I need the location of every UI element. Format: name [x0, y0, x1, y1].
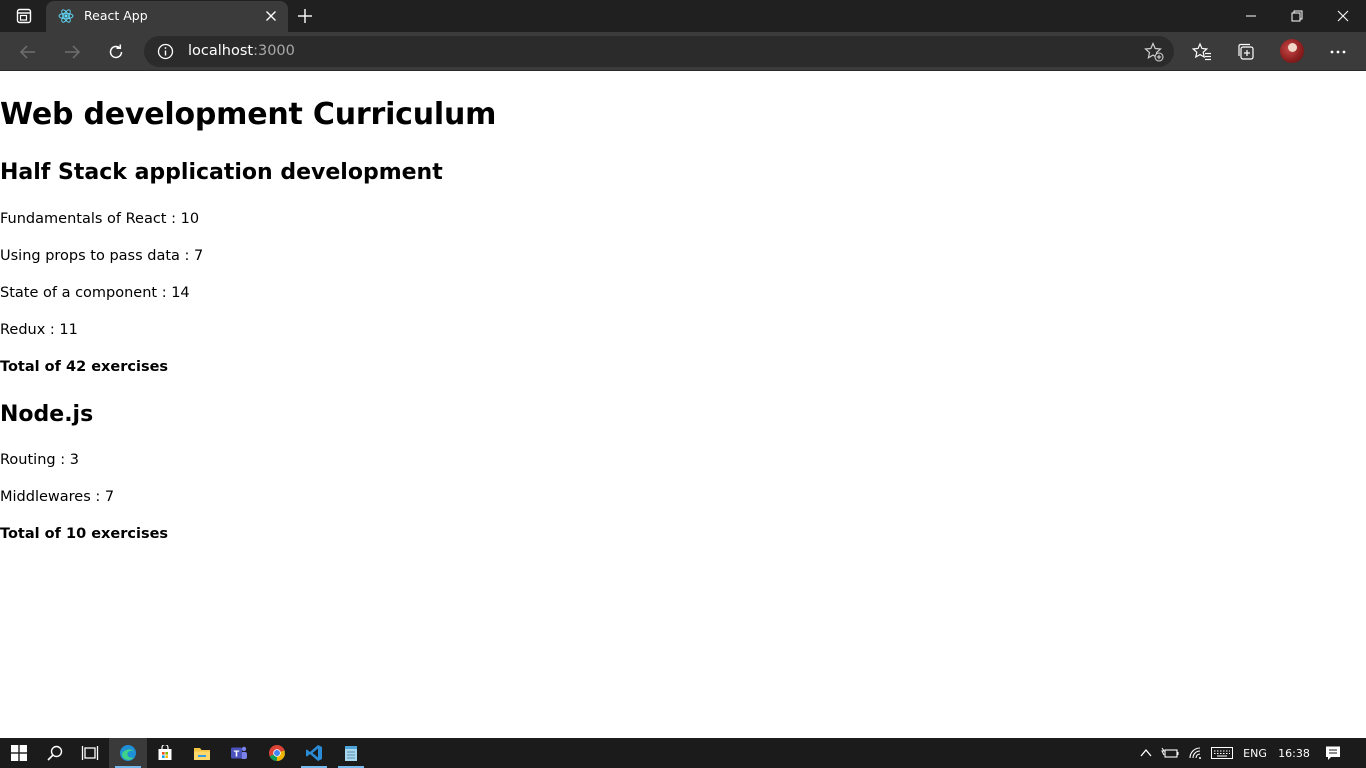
forward-arrow-icon [65, 45, 81, 59]
taskbar-vscode[interactable] [295, 738, 333, 768]
course-total: Total of 10 exercises [0, 526, 169, 542]
show-hidden-icons-button[interactable] [1136, 738, 1156, 768]
svg-text:T: T [234, 750, 240, 759]
tab-title: React App [84, 8, 148, 23]
url-text[interactable]: localhost:3000 [188, 43, 295, 59]
battery-button[interactable] [1158, 738, 1182, 768]
keyboard-icon [1211, 747, 1233, 759]
url-port: :3000 [253, 43, 295, 59]
favorites-button[interactable] [1190, 40, 1214, 64]
restore-button[interactable] [1274, 0, 1320, 32]
course-part: Middlewares : 7 [0, 489, 115, 505]
refresh-button[interactable] [104, 40, 128, 64]
network-button[interactable] [1184, 738, 1208, 768]
course-total: Total of 42 exercises [0, 359, 169, 375]
react-icon [58, 9, 74, 23]
taskbar-notepad[interactable] [332, 738, 370, 768]
notifications-icon [1326, 746, 1340, 760]
wifi-icon [1189, 747, 1201, 759]
touch-keyboard-button[interactable] [1208, 738, 1236, 768]
tab-actions-icon [16, 8, 32, 24]
task-view-button[interactable] [71, 738, 109, 768]
back-button[interactable] [16, 40, 40, 64]
edge-icon [120, 745, 136, 761]
tab-strip: React App [0, 0, 1366, 32]
close-tab-icon[interactable] [264, 9, 278, 23]
task-view-icon [81, 746, 99, 760]
search-icon [47, 745, 63, 761]
clock-time: 16:38 [1278, 746, 1310, 760]
taskbar-file-explorer[interactable] [183, 738, 221, 768]
site-info-icon[interactable] [157, 43, 174, 60]
forward-button[interactable] [60, 40, 84, 64]
taskbar-store[interactable] [146, 738, 184, 768]
url-host: localhost [188, 43, 254, 59]
refresh-icon [109, 44, 123, 59]
chrome-icon [269, 745, 286, 761]
page-title: Web development Curriculum [0, 97, 497, 132]
search-button[interactable] [36, 738, 74, 768]
start-icon [11, 745, 27, 761]
address-bar[interactable]: localhost:3000 [144, 36, 1174, 67]
course-part: State of a component : 14 [0, 285, 190, 301]
chevron-up-icon [1140, 748, 1152, 757]
notepad-icon [345, 746, 357, 761]
tab-actions-button[interactable] [12, 6, 36, 26]
battery-charging-icon [1161, 747, 1179, 758]
close-icon [1337, 10, 1349, 22]
minimize-button[interactable] [1228, 0, 1274, 32]
course-part: Routing : 3 [0, 452, 79, 468]
new-tab-icon[interactable] [296, 7, 314, 25]
vscode-icon [306, 745, 322, 761]
taskbar-chrome[interactable] [258, 738, 296, 768]
taskbar: T ENG 16:38 [0, 738, 1366, 768]
close-window-button[interactable] [1320, 0, 1366, 32]
course-part: Redux : 11 [0, 322, 78, 338]
store-icon [158, 745, 172, 760]
collections-button[interactable] [1234, 40, 1258, 64]
more-options-icon [1330, 50, 1346, 54]
tab-react-app[interactable]: React App [46, 1, 288, 32]
taskbar-edge[interactable] [109, 738, 147, 768]
page-content: Web development Curriculum Half Stack ap… [0, 71, 1366, 738]
settings-menu-button[interactable] [1326, 40, 1350, 64]
teams-icon: T [231, 746, 247, 759]
minimize-icon [1246, 15, 1256, 17]
course-title: Node.js [0, 402, 94, 427]
course-part: Fundamentals of React : 10 [0, 211, 200, 227]
clock-button[interactable]: 16:38 [1274, 738, 1314, 768]
course-title: Half Stack application development [0, 160, 443, 185]
back-arrow-icon [19, 45, 35, 59]
start-button[interactable] [0, 738, 38, 768]
course-part: Using props to pass data : 7 [0, 248, 204, 264]
taskbar-teams[interactable]: T [220, 738, 258, 768]
collections-icon [1238, 43, 1254, 60]
restore-icon [1291, 10, 1303, 22]
file-explorer-icon [194, 748, 210, 760]
profile-avatar[interactable] [1280, 39, 1304, 63]
action-center-button[interactable] [1318, 738, 1348, 768]
language-indicator: ENG [1243, 746, 1267, 760]
input-language-button[interactable]: ENG [1238, 738, 1272, 768]
browser-toolbar: localhost:3000 [0, 32, 1366, 71]
favorites-icon [1192, 42, 1211, 61]
add-favorite-icon[interactable] [1144, 42, 1164, 62]
